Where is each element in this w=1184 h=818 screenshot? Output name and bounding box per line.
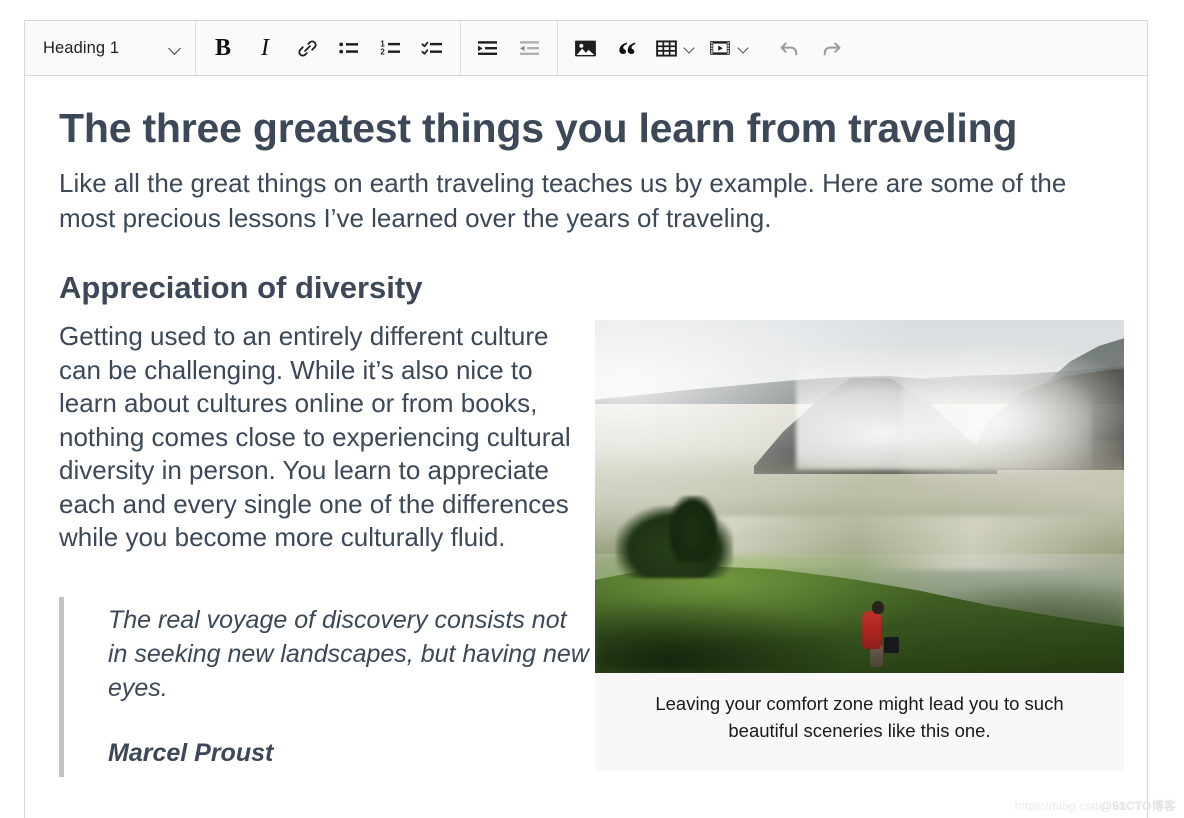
quote-text: The real voyage of discovery consists no…: [108, 605, 589, 702]
image-icon: [573, 36, 598, 61]
photo-hiker-head: [872, 601, 885, 615]
chevron-down-icon: [685, 43, 696, 54]
table-icon: [655, 37, 696, 60]
paragraph-style-value: Heading 1: [43, 38, 120, 57]
photo-hiker-bag: [883, 637, 899, 654]
undo-button[interactable]: [768, 27, 810, 69]
undo-icon: [777, 36, 802, 61]
decrease-indent-button[interactable]: [509, 27, 551, 69]
insert-image-button[interactable]: [564, 27, 606, 69]
bold-icon: B: [214, 35, 231, 61]
toolbar-group-style: Heading 1: [25, 21, 195, 75]
photo-tree: [669, 496, 717, 563]
link-icon: [296, 37, 319, 60]
redo-icon: [819, 36, 844, 61]
insert-media-button[interactable]: [702, 27, 756, 69]
checklist-icon: [421, 36, 445, 60]
editor-toolbar: Heading 1 B I 1 2 “: [25, 21, 1147, 76]
text-column: Getting used to an entirely different cu…: [59, 320, 589, 777]
checklist-button[interactable]: [412, 27, 454, 69]
toolbar-group-insert: “: [558, 21, 762, 75]
toolbar-group-indent: [461, 21, 557, 75]
chevron-down-icon: [170, 43, 181, 54]
block-quote-button[interactable]: “: [606, 27, 648, 75]
bold-button[interactable]: B: [202, 27, 244, 69]
bulleted-list-button[interactable]: [328, 27, 370, 69]
two-column-area: Getting used to an entirely different cu…: [59, 320, 1124, 777]
figure[interactable]: Leaving your comfort zone might lead you…: [595, 320, 1124, 771]
watermark-badge: @51CTO博客: [1100, 799, 1176, 813]
indent-increase-icon: [476, 36, 500, 60]
quote-author: Marcel Proust: [108, 738, 274, 767]
page-title: The three greatest things you learn from…: [59, 105, 1018, 151]
toolbar-group-inline: B I 1 2: [196, 21, 460, 75]
chevron-down-icon: [739, 43, 750, 54]
italic-icon: I: [261, 35, 269, 61]
indent-decrease-icon: [518, 36, 542, 60]
increase-indent-button[interactable]: [467, 27, 509, 69]
section-heading: Appreciation of diversity: [59, 270, 423, 305]
lead-paragraph: Like all the great things on earth trave…: [59, 168, 1067, 233]
document-body[interactable]: The three greatest things you learn from…: [25, 76, 1147, 818]
toolbar-group-history: [762, 21, 858, 75]
numbered-list-icon: 1 2: [379, 36, 403, 60]
insert-table-button[interactable]: [648, 27, 702, 69]
figure-column: Leaving your comfort zone might lead you…: [595, 320, 1124, 771]
figure-image[interactable]: [595, 320, 1124, 674]
figure-caption[interactable]: Leaving your comfort zone might lead you…: [595, 673, 1124, 771]
svg-text:2: 2: [380, 48, 385, 57]
redo-button[interactable]: [810, 27, 852, 69]
rich-text-editor: Heading 1 B I 1 2 “ The three greatest t…: [24, 20, 1148, 818]
italic-button[interactable]: I: [244, 27, 286, 69]
paragraph-style-dropdown[interactable]: Heading 1: [25, 21, 195, 75]
numbered-list-button[interactable]: 1 2: [370, 27, 412, 69]
body-paragraph: Getting used to an entirely different cu…: [59, 321, 571, 553]
photo-hiker-jacket: [862, 611, 882, 650]
editor-page: Heading 1 B I 1 2 “ The three greatest t…: [0, 0, 1184, 818]
blockquote[interactable]: The real voyage of discovery consists no…: [59, 596, 589, 777]
photo-grass-shadow: [595, 603, 839, 674]
link-button[interactable]: [286, 27, 328, 69]
watermark: https://blog.csdn.net@51CTO博客: [1015, 797, 1176, 814]
bulleted-list-icon: [337, 36, 361, 60]
media-icon: [708, 36, 750, 60]
